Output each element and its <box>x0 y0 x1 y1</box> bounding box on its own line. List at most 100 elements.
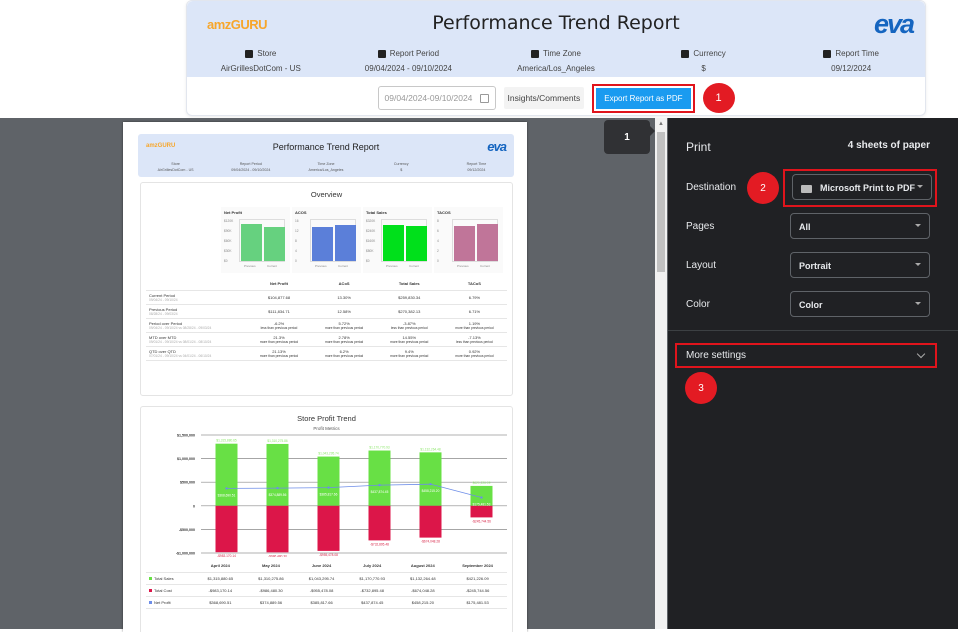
chevron-down-icon <box>915 224 921 227</box>
mini-axis-tick: 12 <box>295 229 299 233</box>
scrollbar-thumb[interactable] <box>657 132 665 272</box>
net-profit-point <box>327 486 330 489</box>
mini-axis-tick: $60K <box>224 239 232 243</box>
eva-logo: eva <box>487 139 507 154</box>
insights-comments-button[interactable]: Insights/Comments <box>503 87 585 109</box>
mini-x-label: Previous <box>457 264 469 268</box>
color-select[interactable]: Color <box>790 291 930 317</box>
date-range-value: 09/04/2024-09/10/2024 <box>384 93 473 103</box>
mini-bar-current <box>335 225 356 261</box>
legend-dot-icon <box>149 588 152 592</box>
mini-axis-tick: 0 <box>295 259 297 263</box>
preview-page: amzGURU Performance Trend Report eva Sto… <box>123 122 527 632</box>
legend-dot-icon <box>149 600 152 604</box>
table-cell: $1,043,295.74 <box>296 572 347 585</box>
table-cell: 6.79% <box>441 290 507 305</box>
overview-title: Overview <box>310 190 343 199</box>
table-cell: -3.87% less than previous period <box>376 318 442 333</box>
y-tick-label: -$1,000,000 <box>176 552 195 556</box>
calendar-icon[interactable] <box>479 93 489 103</box>
mini-x-label: Previous <box>386 264 398 268</box>
print-settings-panel: Print 4 sheets of paper Destination Micr… <box>668 118 958 629</box>
meta-currency: Currency $ <box>630 49 778 73</box>
report-meta: Store AirGrillesDotCom - US Report Period… <box>187 49 925 73</box>
table-cell: 12.58% <box>311 304 377 319</box>
bar-label-total-cost: -$986,480.30 <box>268 554 287 557</box>
mini-axis-tick: 2 <box>437 249 439 253</box>
table-row: MTD over MTD 09/01/24 - 09/10/24 vs 08/01… <box>146 332 507 347</box>
mini-chart-net-profit: Net Profit $120K $90K $60K $30K $0 Previous Cur… <box>221 207 290 273</box>
profit-trend-chart: $1,500,000 $1,000,000 $500,000 0 -$500,000 -$… <box>176 434 507 557</box>
print-title: Print <box>686 140 711 154</box>
mini-plot: Previous Current <box>381 219 427 268</box>
meta-store: Store AirGrillesDotCom - US <box>187 49 335 73</box>
table-header: September 2024 <box>448 560 507 573</box>
table-cell: 0.92% more than previous period <box>441 346 507 361</box>
preview-scrollbar[interactable]: ▲ <box>655 118 667 629</box>
table-cell: -$986,480.30 <box>245 584 297 597</box>
table-cell: 6.2% more than previous period <box>311 346 377 361</box>
table-header: ACoS <box>311 278 377 291</box>
bar-label-total-sales: $1,132,264.48 <box>420 447 441 451</box>
table-cell: $1,132,264.48 <box>397 572 449 585</box>
mini-axis-tick: 16 <box>295 219 299 223</box>
mini-axis-tick: $240K <box>366 229 376 233</box>
meta-label: Currency <box>693 49 726 58</box>
row-label: QTD over QTD 07/01/24 - 09/10/24 vs 04/01… <box>146 346 247 361</box>
table-cell: $1,310,275.86 <box>245 572 297 585</box>
table-cell: $111,834.71 <box>246 304 312 319</box>
table-cell: 21.13% more than previous period <box>246 346 312 361</box>
step-marker-1: 1 <box>702 83 735 113</box>
table-header: May 2024 <box>245 560 297 573</box>
point-label-net-profit: $368,690.51 <box>218 493 236 497</box>
mini-bar-current <box>477 224 498 261</box>
store-profit-trend-card: Store Profit Trend Profit Metrics $1,500… <box>140 406 513 632</box>
preview-meta-currency: Currency $ <box>393 162 409 172</box>
bar-label-total-sales: $1,043,295.74 <box>318 452 339 456</box>
export-pdf-button[interactable]: Export Report as PDF <box>596 87 691 109</box>
mini-plot: Previous Current <box>310 219 356 268</box>
mini-axis-tick: $120K <box>224 219 234 223</box>
pages-select[interactable]: All <box>790 213 930 239</box>
y-tick-label: $500,000 <box>180 481 195 485</box>
row-label: MTD over MTD 09/01/24 - 09/10/24 vs 08/01… <box>146 332 247 347</box>
table-cell: -$674,048.28 <box>397 584 449 597</box>
color-row: Color Color <box>686 291 948 319</box>
layout-select[interactable]: Portrait <box>790 252 930 278</box>
bar-total-cost <box>368 505 391 541</box>
preview-meta: Store AirGrillesDotCom - US Report Period… <box>138 161 514 173</box>
bar-label-total-cost: -$674,048.28 <box>421 540 440 544</box>
row-label: Period over Period 09/04/24 - 09/10/24 vs… <box>146 318 247 333</box>
table-header <box>146 278 247 291</box>
table-cell: 6.71% <box>441 304 507 319</box>
row-label: Current Period 09/04/24 - 09/10/24 <box>146 290 247 305</box>
table-cell: 21.3% more than previous period <box>246 332 312 347</box>
bar-label-total-sales: $421,226.09 <box>473 481 491 485</box>
meta-value: $ <box>701 64 706 73</box>
scroll-up-icon[interactable]: ▲ <box>658 121 664 127</box>
report-controls: 09/04/2024-09/10/2024 Insights/Comments … <box>187 83 925 113</box>
bar-total-cost <box>317 505 340 551</box>
meta-time-zone: Time Zone America/Los_Angeles <box>482 49 630 73</box>
preview-meta-timezone: Time Zone America/Los_Angeles <box>308 162 344 172</box>
color-label: Color <box>686 299 710 310</box>
series-label: Total Sales <box>146 572 195 585</box>
currency-icon <box>681 49 690 58</box>
mini-axis-tick: 8 <box>295 239 297 243</box>
legend-dot-icon <box>149 576 152 580</box>
calendar-icon <box>377 49 386 58</box>
meta-value: AirGrillesDotCom - US <box>220 64 301 73</box>
mini-axis-tick: 6 <box>437 229 439 233</box>
mini-axis-tick: 8 <box>437 219 439 223</box>
eva-logo: eva <box>873 9 915 39</box>
table-cell: -$983,170.14 <box>195 584 246 597</box>
table-cell: 13.30% <box>311 290 377 305</box>
meta-label: Time Zone <box>543 49 581 58</box>
mini-bar-current <box>406 226 427 261</box>
date-range-input[interactable]: 09/04/2024-09/10/2024 <box>377 86 496 110</box>
table-cell: $385,817.66 <box>296 596 347 609</box>
net-profit-point <box>225 487 228 490</box>
mini-axis-tick: $80K <box>366 249 374 253</box>
layout-row: Layout Portrait <box>686 252 948 280</box>
table-row: Previous Period 08/28/24 - 09/03/24 $111,8… <box>146 304 507 319</box>
